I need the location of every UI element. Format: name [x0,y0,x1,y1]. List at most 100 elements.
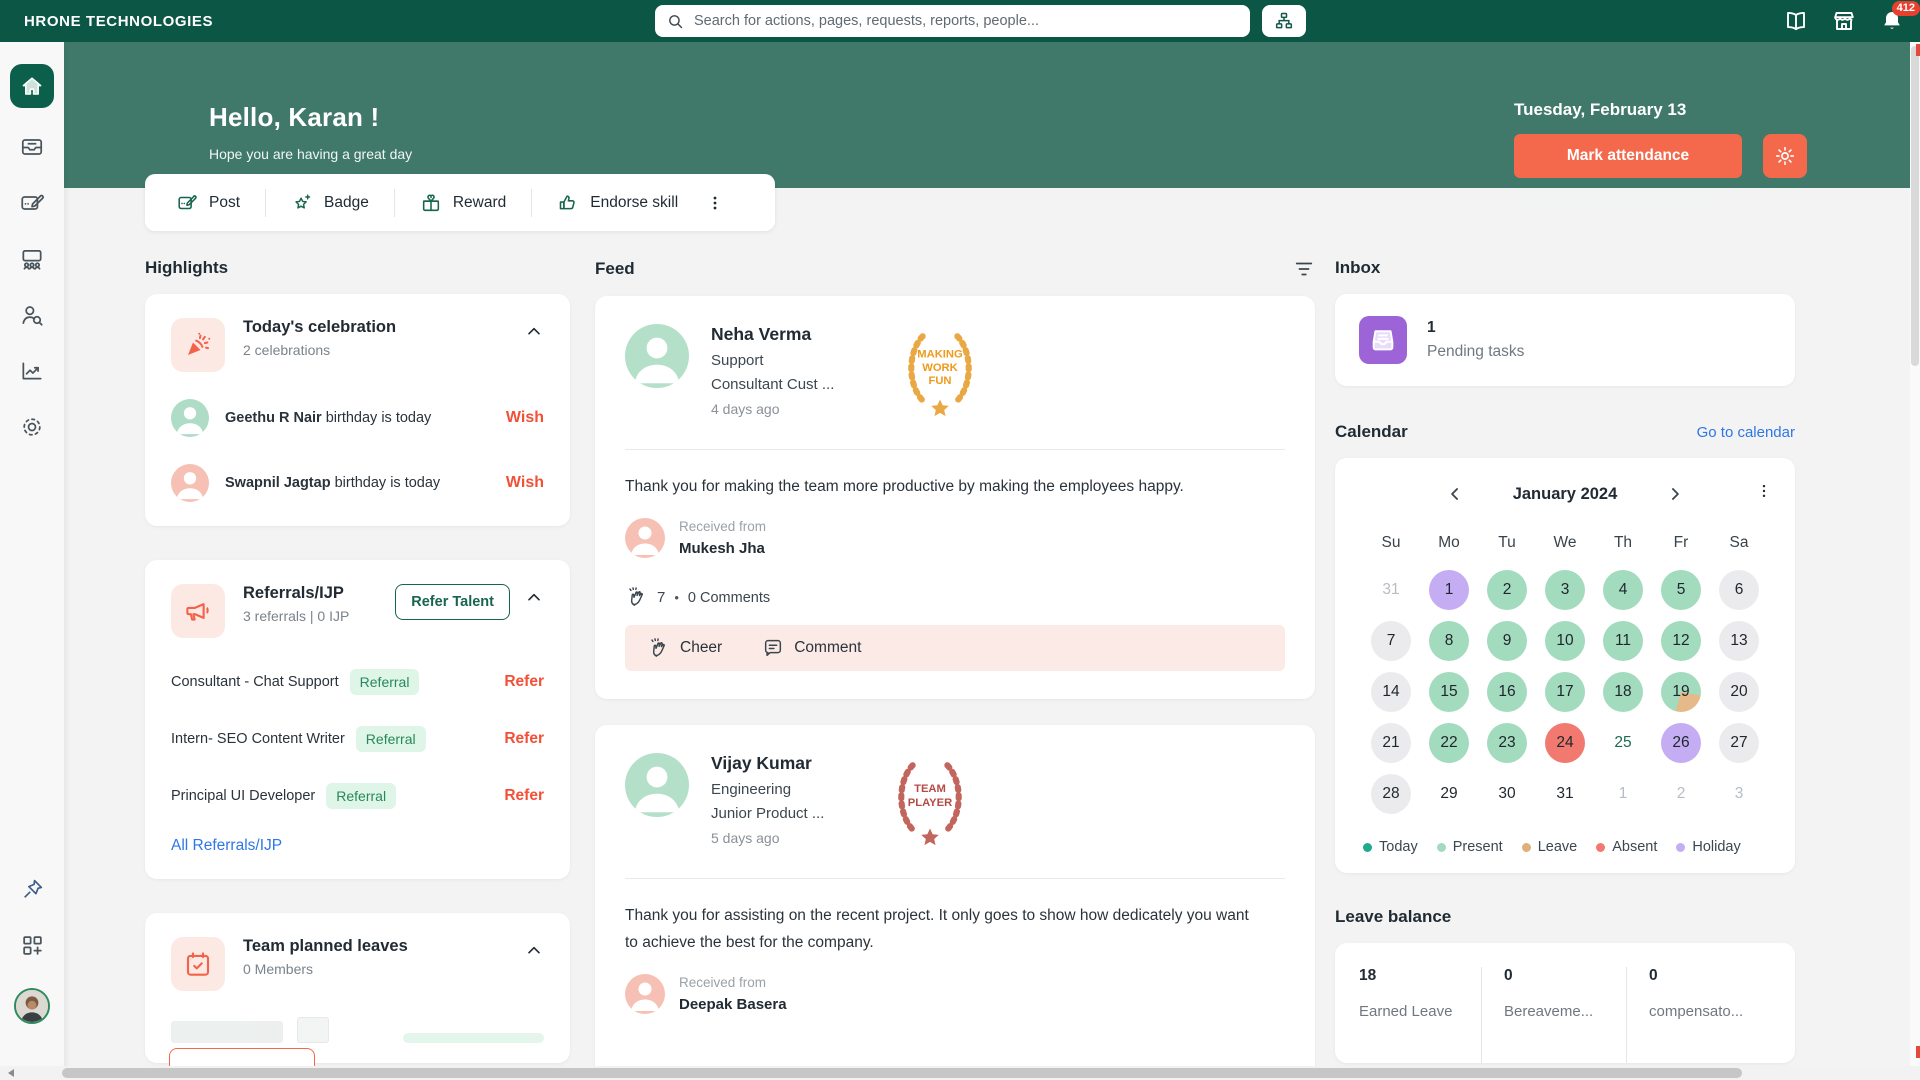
inbox-title: Inbox [1335,258,1795,278]
feed-filter-icon[interactable] [1293,258,1315,280]
calendar-day[interactable]: 15 [1429,672,1469,712]
marketplace-icon[interactable] [1832,9,1856,33]
next-month-chevron[interactable] [1665,484,1685,504]
sidebar-item-reports[interactable] [19,358,45,384]
refer-talent-button[interactable]: Refer Talent [395,584,510,620]
calendar-day[interactable]: 28 [1371,774,1411,814]
search-input[interactable] [694,13,1238,29]
post-author[interactable]: Neha Verma [711,324,834,345]
sidebar-item-requests[interactable] [19,190,45,216]
reward-button[interactable]: Reward [395,192,531,214]
calendar-day[interactable]: 22 [1429,723,1469,763]
refer-link[interactable]: Refer [504,787,544,805]
calendar-day[interactable]: 4 [1603,570,1643,610]
badge-button[interactable]: Badge [266,192,394,214]
post-button[interactable]: Post [151,192,265,214]
celebration-row: Swapnil Jagtap birthday is today Wish [171,464,544,502]
global-search[interactable] [655,5,1250,37]
collapse-chevron-icon[interactable] [524,937,544,966]
calendar-menu-button[interactable] [1755,482,1773,505]
sidebar-item-inbox[interactable] [19,134,45,160]
calendar-day[interactable]: 29 [1429,774,1469,814]
go-to-calendar-link[interactable]: Go to calendar [1697,424,1795,441]
refer-link[interactable]: Refer [504,730,544,748]
prev-month-chevron[interactable] [1445,484,1465,504]
calendar-day[interactable]: 8 [1429,621,1469,661]
vertical-scroll-thumb[interactable] [1911,46,1919,366]
scroll-left-arrow[interactable] [8,1069,14,1077]
cheer-button[interactable]: Cheer [647,637,722,660]
calendar-day[interactable]: 25 [1603,723,1643,763]
header-band: Hello, Karan ! Hope you are having a gre… [64,42,1920,188]
calendar-day[interactable]: 1 [1429,570,1469,610]
calendar-day[interactable]: 24 [1545,723,1585,763]
org-chart-button[interactable] [1262,5,1306,37]
handbook-icon[interactable] [1784,9,1808,33]
collapse-chevron-icon[interactable] [524,584,544,613]
calendar-legend: Today Present Leave Absent Holiday [1351,839,1779,855]
collapse-chevron-icon[interactable] [524,318,544,347]
vertical-scrollbar[interactable] [1910,42,1920,1066]
right-column: Inbox 1 Pending tasks Calendar Go to cal… [1335,258,1795,1063]
calendar-day[interactable]: 3 [1545,570,1585,610]
calendar-day[interactable]: 21 [1371,723,1411,763]
inbox-card[interactable]: 1 Pending tasks [1335,294,1795,386]
sidebar-item-team[interactable] [19,246,45,272]
received-from-name[interactable]: Mukesh Jha [679,540,766,557]
horizontal-scrollbar[interactable] [0,1066,1920,1080]
mark-attendance-button[interactable]: Mark attendance [1514,134,1742,178]
calendar-day[interactable]: 5 [1661,570,1701,610]
calendar-day[interactable]: 7 [1371,621,1411,661]
calendar-day[interactable]: 31 [1371,570,1411,610]
calendar-day[interactable]: 13 [1719,621,1759,661]
calendar-day[interactable]: 27 [1719,723,1759,763]
post-department: Support [711,352,834,369]
celebration-row: Geethu R Nair birthday is today Wish [171,399,544,437]
horizontal-scroll-thumb[interactable] [62,1068,1742,1078]
refer-link[interactable]: Refer [504,673,544,691]
all-referrals-link[interactable]: All Referrals/IJP [171,837,282,855]
calendar-day[interactable]: 11 [1603,621,1643,661]
calendar-day[interactable]: 6 [1719,570,1759,610]
calendar-day[interactable]: 9 [1487,621,1527,661]
endorse-skill-button[interactable]: Endorse skill [532,192,703,214]
comment-icon [762,637,784,659]
calendar-day[interactable]: 31 [1545,774,1585,814]
calendar-day[interactable]: 26 [1661,723,1701,763]
calendar-day[interactable]: 18 [1603,672,1643,712]
svg-text:TEAM: TEAM [914,783,946,795]
sidebar-item-directory[interactable] [19,302,45,328]
calendar-day[interactable]: 17 [1545,672,1585,712]
sidebar-item-home[interactable] [10,64,54,108]
received-from-name[interactable]: Deepak Basera [679,996,787,1013]
wish-link[interactable]: Wish [506,409,544,427]
calendar-day[interactable]: 2 [1487,570,1527,610]
comments-count[interactable]: 0 Comments [688,590,770,606]
gift-icon [420,192,442,214]
calendar-day[interactable]: 30 [1487,774,1527,814]
calendar-day[interactable]: 23 [1487,723,1527,763]
calendar-day[interactable]: 1 [1603,774,1643,814]
post-author[interactable]: Vijay Kumar [711,753,824,774]
job-title: Consultant - Chat Support [171,674,339,690]
sidebar-item-apps[interactable] [19,932,45,958]
calendar-day[interactable]: 14 [1371,672,1411,712]
calendar-day[interactable]: 2 [1661,774,1701,814]
attendance-settings-button[interactable] [1763,134,1807,178]
celebration-card: Today's celebration 2 celebrations Geeth… [145,294,570,526]
user-avatar[interactable] [14,988,50,1024]
more-actions-button[interactable] [703,193,735,213]
sidebar-item-settings[interactable] [19,414,45,440]
comment-button[interactable]: Comment [762,637,861,659]
calendar-day[interactable]: 20 [1719,672,1759,712]
calendar-day[interactable]: 12 [1661,621,1701,661]
weekday-label: Th [1594,522,1652,564]
wish-link[interactable]: Wish [506,474,544,492]
calendar-card: January 2024 SuMoTuWeThFrSa3112345678910… [1335,458,1795,873]
calendar-day[interactable]: 19 [1661,672,1701,712]
sidebar-item-pin[interactable] [19,876,45,902]
calendar-day[interactable]: 16 [1487,672,1527,712]
notifications-bell[interactable]: 412 [1880,9,1904,33]
calendar-day[interactable]: 3 [1719,774,1759,814]
calendar-day[interactable]: 10 [1545,621,1585,661]
